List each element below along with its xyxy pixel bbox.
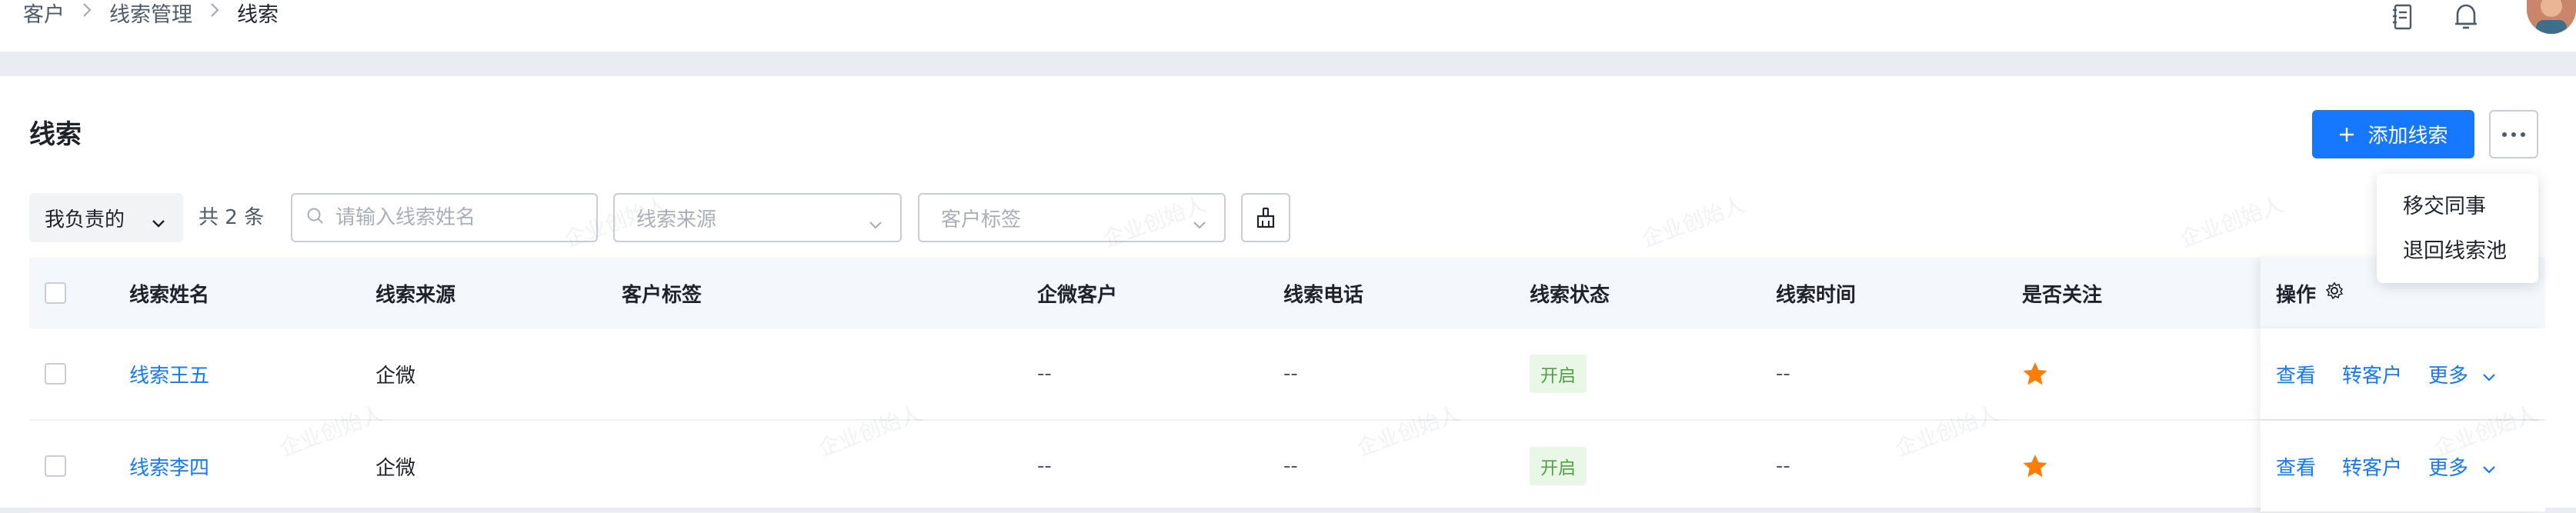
wecom-customer: -- [1037,362,1052,385]
menu-item-transfer[interactable]: 移交同事 [2377,185,2538,229]
top-header: 客户 线索管理 线索 [0,0,2576,52]
column-header: 客户标签 [622,283,702,307]
chevron-down-icon [1192,213,1207,236]
more-icon[interactable] [2489,110,2538,158]
wecom-customer: -- [1037,455,1052,478]
more-actions-menu: 移交同事 退回线索池 [2377,174,2538,283]
search-input[interactable] [335,206,582,229]
more-dropdown[interactable]: 更多 [2428,360,2496,388]
row-actions: 查看 转客户 更多 [2261,421,2545,511]
scope-select[interactable]: 我负责的 [29,193,183,242]
customer-tags-select[interactable]: 客户标签 [918,193,1226,242]
convert-link[interactable]: 转客户 [2342,452,2402,481]
total-count: 共 2 条 [199,206,265,229]
watermark: 企业创始人 [1638,191,1748,252]
gear-icon[interactable] [2325,281,2344,305]
chevron-right-icon [209,2,220,23]
lead-source: 企微 [375,364,416,388]
column-header: 企微客户 [1037,283,1118,307]
lead-time: -- [1776,455,1790,478]
column-header: 线索时间 [1776,283,1857,307]
convert-link[interactable]: 转客户 [2342,360,2402,388]
add-lead-button[interactable]: 添加线索 [2312,110,2474,158]
view-link[interactable]: 查看 [2276,452,2316,481]
status-badge: 开启 [1530,328,1587,419]
star-icon[interactable] [2022,421,2048,511]
view-link[interactable]: 查看 [2276,360,2316,388]
column-header: 线索姓名 [129,283,210,307]
page-title: 线索 [29,119,82,150]
more-dropdown[interactable]: 更多 [2428,452,2496,481]
search-field[interactable] [291,193,598,242]
row-actions: 查看 转客户 更多 [2261,328,2545,419]
column-header: 线索来源 [375,283,456,307]
header-toolbar [2385,0,2576,34]
avatar[interactable] [2527,0,2576,34]
column-header: 线索状态 [1530,283,1610,307]
chevron-down-icon [2482,365,2496,388]
lead-phone: -- [1283,455,1298,478]
column-header: 是否关注 [2022,283,2103,307]
watermark: 企业创始人 [2177,191,2287,252]
table-row: 线索李四 企微 -- -- 开启 -- 查看 转客户 更多 [29,421,2545,513]
lead-source-select[interactable]: 线索来源 [613,193,902,242]
star-icon[interactable] [2022,328,2048,419]
chevron-down-icon [151,212,166,235]
lead-source-placeholder: 线索来源 [636,208,717,232]
lead-source: 企微 [375,456,416,480]
row-checkbox[interactable] [45,421,66,511]
status-badge: 开启 [1530,421,1587,511]
menu-item-return-pool[interactable]: 退回线索池 [2377,229,2538,274]
breadcrumb-item-leads: 线索 [237,2,279,27]
breadcrumb-item-customers[interactable]: 客户 [23,0,65,28]
breadcrumb: 客户 线索管理 线索 [23,0,279,28]
chevron-down-icon [2482,457,2496,480]
lead-name-link[interactable]: 线索王五 [129,328,209,419]
chevron-right-icon [82,2,92,23]
table-header: 线索姓名 线索来源 客户标签 企微客户 线索电话 线索状态 线索时间 是否关注 … [29,258,2545,328]
leads-panel: 线索 添加线索 移交同事 退回线索池 我负责的 共 2 条 线索来源 客户标签 [0,76,2576,513]
add-lead-label: 添加线索 [2367,125,2448,148]
plus-icon [2338,121,2355,148]
leads-table: 线索姓名 线索来源 客户标签 企微客户 线索电话 线索状态 线索时间 是否关注 … [29,258,2545,513]
chevron-down-icon [868,213,883,236]
customer-tags-placeholder: 客户标签 [941,208,1022,232]
breadcrumb-item-lead-management[interactable]: 线索管理 [109,0,192,28]
notes-icon[interactable] [2385,0,2421,34]
column-header: 操作 [2276,283,2317,307]
row-checkbox[interactable] [45,328,66,419]
scope-select-value: 我负责的 [45,208,125,232]
lead-time: -- [1776,362,1790,385]
bell-icon[interactable] [2448,0,2484,34]
column-header: 线索电话 [1283,283,1364,307]
search-icon [306,207,325,228]
table-row: 线索王五 企微 -- -- 开启 -- 查看 转客户 更多 [29,328,2545,421]
select-all-checkbox[interactable] [45,258,66,328]
lead-name-link[interactable]: 线索李四 [129,421,209,511]
lead-phone: -- [1283,362,1298,385]
broom-icon[interactable] [1241,193,1290,242]
